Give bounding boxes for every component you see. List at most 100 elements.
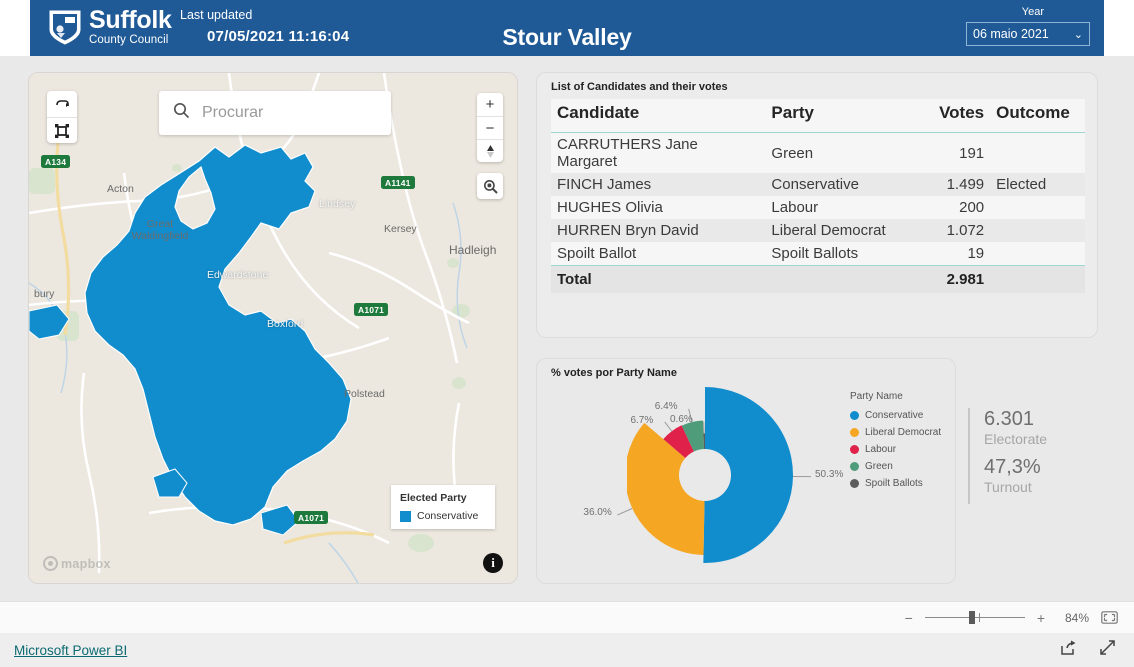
compass-icon[interactable] — [477, 139, 503, 162]
table-row[interactable]: FINCH James Conservative 1.499 Elected — [551, 173, 1085, 196]
pie-legend-label: Conservative — [865, 410, 924, 421]
pie-chart-legend: Party Name Conservative Liberal Democrat L… — [850, 391, 941, 495]
total-outcome-blank — [990, 265, 1085, 293]
pie-legend-item[interactable]: Spoilt Ballots — [850, 478, 941, 489]
pan-hand-icon[interactable] — [47, 91, 77, 117]
column-header-outcome[interactable]: Outcome — [990, 99, 1085, 133]
cell-votes: 1.072 — [909, 219, 991, 242]
box-select-icon[interactable] — [47, 117, 77, 143]
pie-legend-item[interactable]: Green — [850, 461, 941, 472]
cell-outcome — [990, 219, 1085, 242]
cell-party: Conservative — [765, 173, 910, 196]
zoom-percent-label: 84% — [1064, 610, 1089, 625]
map-zoom-out-button[interactable]: − — [477, 116, 503, 139]
candidates-table-title: List of Candidates and their votes — [551, 81, 728, 93]
table-row[interactable]: HURREN Bryn David Liberal Democrat 1.072 — [551, 219, 1085, 242]
year-filter-dropdown[interactable]: 06 maio 2021 ⌄ — [966, 22, 1090, 46]
pie-leader-line — [792, 475, 811, 477]
pie-legend-label: Green — [865, 461, 893, 472]
fullscreen-icon[interactable] — [1099, 639, 1116, 661]
cell-candidate: CARRUTHERS Jane Margaret — [551, 132, 766, 173]
cell-party: Liberal Democrat — [765, 219, 910, 242]
total-party-blank — [765, 265, 910, 293]
table-row[interactable]: CARRUTHERS Jane Margaret Green 191 — [551, 132, 1085, 173]
total-label: Total — [551, 265, 766, 293]
map-place-label: Boxford — [267, 318, 304, 330]
map-zoom-in-button[interactable]: + — [477, 93, 503, 116]
pie-legend-item[interactable]: Labour — [850, 444, 941, 455]
map-place-label: Polstead — [344, 388, 385, 400]
pie-legend-label: Labour — [865, 444, 897, 455]
pie-legend-dot — [850, 479, 859, 488]
zoom-slider[interactable] — [924, 611, 1025, 624]
pie-legend-label: Liberal Democrat — [865, 427, 942, 438]
map-place-label: Great Waldingfield — [131, 218, 189, 242]
map-place-label: Lindsey — [319, 198, 356, 210]
table-header-row: Candidate Party Votes Outcome — [551, 99, 1085, 133]
last-updated-label: Last updated — [180, 8, 253, 22]
mapbox-attribution[interactable]: mapbox — [43, 556, 111, 571]
chevron-down-icon: ⌄ — [1073, 28, 1083, 41]
pie-legend-dot — [850, 462, 859, 471]
turnout-value: 47,3% — [984, 456, 1041, 478]
map-place-label: Kersey — [384, 223, 417, 235]
search-icon — [173, 102, 190, 124]
zoom-out-button[interactable]: − — [905, 610, 913, 626]
pie-legend-item[interactable]: Liberal Democrat — [850, 427, 941, 438]
table-total-row: Total 2.981 — [551, 265, 1085, 293]
map-legend-item: Conservative — [400, 510, 486, 522]
electorate-label: Electorate — [984, 431, 1048, 447]
column-header-candidate[interactable]: Candidate — [551, 99, 766, 133]
map-visual[interactable]: Procurar + − Elected Party Conservative … — [28, 72, 518, 584]
pie-data-label: 36.0% — [583, 507, 612, 519]
cell-votes: 19 — [909, 242, 991, 266]
pie-legend-label: Spoilt Ballots — [865, 478, 923, 489]
electorate-value: 6.301 — [984, 408, 1035, 430]
turnout-label: Turnout — [984, 479, 1032, 495]
fit-to-page-icon[interactable] — [1101, 611, 1118, 624]
votes-pie-visual: % votes por Party Name 50.3% 36.0% 6.7% 6.4… — [536, 358, 956, 584]
map-place-label: Hadleigh — [449, 243, 497, 257]
pie-chart-title: % votes por Party Name — [551, 367, 677, 379]
power-bi-link[interactable]: Microsoft Power BI — [14, 643, 127, 658]
info-icon[interactable]: i — [483, 553, 503, 573]
cell-votes: 200 — [909, 196, 991, 219]
cell-outcome — [990, 132, 1085, 173]
column-header-votes[interactable]: Votes — [909, 99, 991, 133]
map-legend: Elected Party Conservative — [391, 485, 495, 529]
map-tool-controls[interactable] — [47, 91, 77, 143]
map-place-label: Acton — [107, 183, 134, 195]
map-place-label: Edwardstone — [207, 269, 269, 281]
magnifier-icon[interactable] — [477, 173, 503, 199]
candidates-table-visual: List of Candidates and their votes Candi… — [536, 72, 1098, 338]
pie-legend-dot — [850, 428, 859, 437]
cell-party: Labour — [765, 196, 910, 219]
table-row[interactable]: HUGHES Olivia Labour 200 — [551, 196, 1085, 219]
year-filter-label: Year — [1021, 6, 1044, 18]
zoom-slider-thumb[interactable] — [968, 611, 975, 624]
cell-party: Spoilt Ballots — [765, 242, 910, 266]
road-shield: A1141 — [381, 176, 415, 189]
table-row[interactable]: Spoilt Ballot Spoilt Ballots 19 — [551, 242, 1085, 266]
pie-data-label: 50.3% — [814, 468, 844, 480]
cell-candidate: FINCH James — [551, 173, 766, 196]
zoom-in-button[interactable]: + — [1037, 610, 1045, 626]
share-icon[interactable] — [1060, 640, 1077, 661]
pie-slice[interactable] — [703, 387, 793, 563]
pie-legend-item[interactable]: Conservative — [850, 410, 941, 421]
pie-data-label: 6.7% — [630, 414, 654, 426]
kpi-panel: 6.301 Electorate 47,3% Turnout — [968, 408, 1047, 504]
map-search-box[interactable]: Procurar — [159, 91, 391, 135]
map-zoom-controls[interactable]: + − — [477, 93, 503, 162]
total-votes: 2.981 — [909, 265, 991, 293]
report-header: Suffolk County Council Last updated 07/0… — [30, 0, 1104, 56]
road-shield: A134 — [41, 155, 71, 168]
cell-candidate: HUGHES Olivia — [551, 196, 766, 219]
mapbox-icon — [43, 556, 58, 571]
cell-candidate: Spoilt Ballot — [551, 242, 766, 266]
pie-legend-dot — [850, 445, 859, 454]
year-filter-value: 06 maio 2021 — [973, 27, 1049, 41]
column-header-party[interactable]: Party — [765, 99, 910, 133]
map-place-label: bury — [34, 288, 55, 300]
zoom-status-bar: − + 84% — [0, 601, 1134, 633]
